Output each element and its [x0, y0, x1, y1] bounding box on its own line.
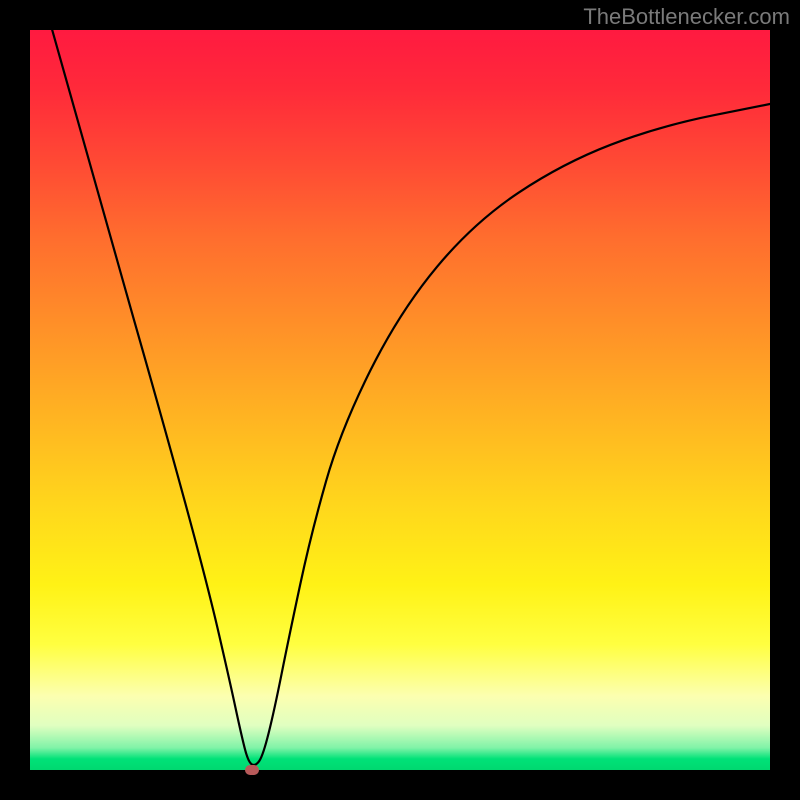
curve-svg — [30, 30, 770, 770]
plot-area — [30, 30, 770, 770]
minimum-marker — [245, 765, 259, 775]
watermark-text: TheBottlenecker.com — [583, 4, 790, 30]
bottleneck-curve-path — [52, 30, 770, 765]
